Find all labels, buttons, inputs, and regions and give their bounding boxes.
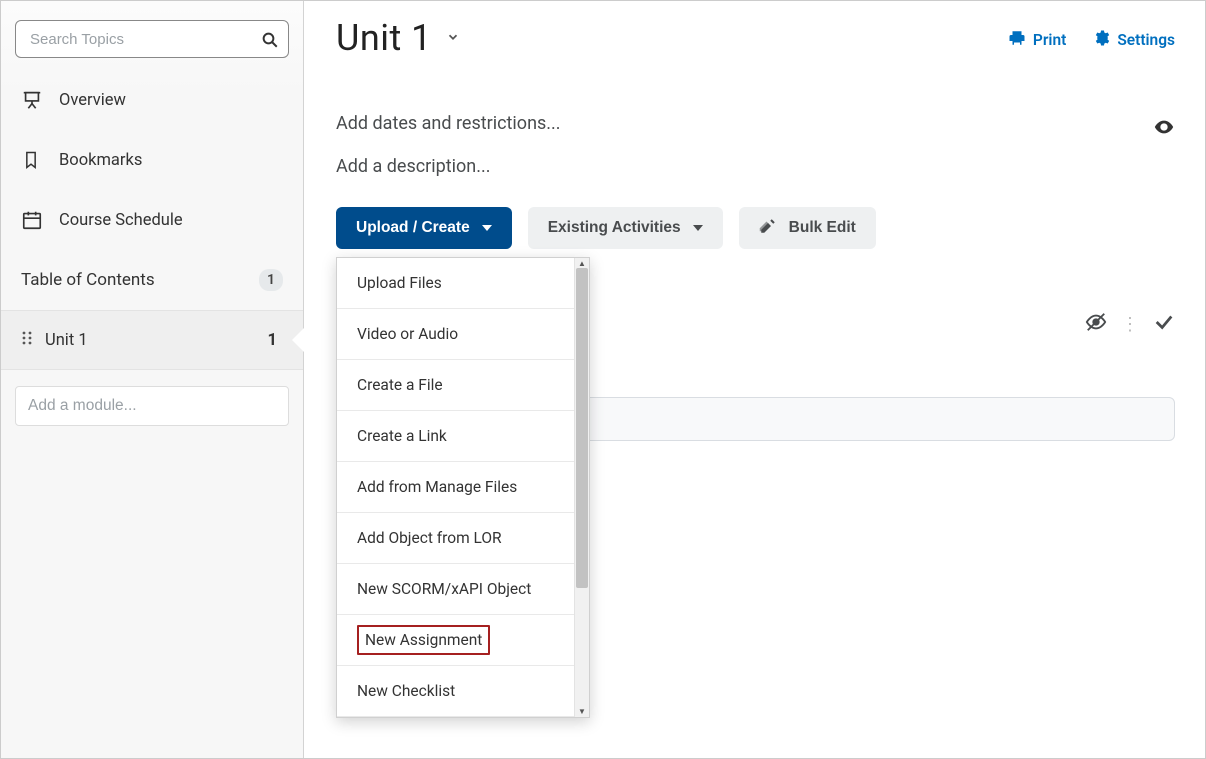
upload-create-label: Upload / Create — [356, 219, 470, 237]
add-dates-link[interactable]: Add dates and restrictions... — [336, 113, 1175, 134]
unit-label: Unit 1 — [45, 331, 268, 350]
header-actions: Print Settings — [1008, 29, 1175, 51]
app-frame: Overview Bookmarks Course Schedule — [0, 0, 1206, 759]
dropdown-item-label: Create a File — [357, 376, 443, 394]
unit-count: 1 — [268, 331, 277, 350]
dropdown-item[interactable]: New SCORM/xAPI Object — [337, 564, 574, 615]
search-icon[interactable] — [261, 31, 279, 53]
dropdown-item[interactable]: New Assignment — [337, 615, 574, 666]
dropdown-item[interactable]: Add from Manage Files — [337, 462, 574, 513]
toc-count-badge: 1 — [259, 269, 283, 291]
more-actions-icon[interactable]: ⋮ — [1121, 314, 1139, 335]
existing-activities-label: Existing Activities — [548, 219, 681, 237]
search-container — [1, 13, 303, 70]
sidebar-item-label: Overview — [59, 91, 126, 110]
add-description-link[interactable]: Add a description... — [336, 156, 1175, 177]
chevron-down-icon — [693, 225, 703, 231]
dropdown-item[interactable]: Add Object from LOR — [337, 513, 574, 564]
page-title: Unit 1 — [336, 17, 432, 59]
dropdown-item[interactable]: Create a Link — [337, 411, 574, 462]
dropdown-item[interactable]: New Checklist — [337, 666, 574, 717]
page-title-wrap[interactable]: Unit 1 — [336, 17, 460, 59]
drag-handle-icon[interactable] — [21, 330, 33, 351]
bulk-edit-label: Bulk Edit — [789, 219, 856, 237]
dropdown-item[interactable]: Upload Files — [337, 258, 574, 309]
dropdown-item-label: New SCORM/xAPI Object — [357, 580, 531, 598]
dropdown-item-label: Video or Audio — [357, 325, 458, 343]
visibility-icon[interactable] — [1153, 116, 1175, 142]
upload-create-dropdown: Upload Files Video or Audio Create a File C… — [336, 257, 590, 718]
sidebar: Overview Bookmarks Course Schedule — [1, 1, 304, 758]
print-button[interactable]: Print — [1008, 29, 1066, 51]
dropdown-list: Upload Files Video or Audio Create a File C… — [337, 258, 574, 717]
dropdown-item-label: Add from Manage Files — [357, 478, 517, 496]
search-input[interactable] — [15, 20, 289, 58]
existing-activities-button[interactable]: Existing Activities — [528, 207, 723, 249]
sidebar-item-label: Course Schedule — [59, 211, 183, 230]
sidebar-item-toc[interactable]: Table of Contents 1 — [1, 250, 303, 310]
scroll-up-arrow[interactable]: ▲ — [578, 259, 586, 268]
dropdown-item-label: New Assignment — [357, 625, 490, 655]
sidebar-item-unit1[interactable]: Unit 1 1 — [1, 310, 303, 370]
sidebar-item-schedule[interactable]: Course Schedule — [1, 190, 303, 250]
settings-label: Settings — [1117, 31, 1175, 49]
add-module-input[interactable] — [15, 386, 289, 426]
dropdown-item-label: Add Object from LOR — [357, 529, 502, 547]
gear-icon — [1092, 29, 1110, 51]
bulk-edit-button[interactable]: Bulk Edit — [739, 207, 876, 249]
calendar-icon — [21, 209, 49, 231]
print-label: Print — [1033, 31, 1066, 49]
scroll-thumb[interactable] — [576, 268, 588, 588]
toc-label: Table of Contents — [21, 270, 155, 290]
dropdown-item-label: New Checklist — [357, 682, 455, 700]
scroll-down-arrow[interactable]: ▼ — [578, 707, 586, 716]
upload-create-button[interactable]: Upload / Create — [336, 207, 512, 249]
chevron-down-icon — [482, 225, 492, 231]
main-content: Unit 1 Print — [304, 1, 1205, 758]
dropdown-item[interactable]: Video or Audio — [337, 309, 574, 360]
settings-button[interactable]: Settings — [1092, 29, 1175, 51]
dropdown-item-label: Upload Files — [357, 274, 442, 292]
content-row-actions: ⋮ — [1085, 311, 1175, 337]
chevron-down-icon[interactable] — [446, 29, 460, 48]
checkmark-icon[interactable] — [1153, 311, 1175, 337]
bookmark-icon — [21, 149, 49, 171]
sidebar-item-bookmarks[interactable]: Bookmarks — [1, 130, 303, 190]
action-buttons-row: Upload / Create Existing Activities Bulk… — [336, 207, 1175, 249]
dropdown-item[interactable]: Create a File — [337, 360, 574, 411]
hidden-icon[interactable] — [1085, 311, 1107, 337]
print-icon — [1008, 29, 1026, 51]
dropdown-item-label: Create a Link — [357, 427, 447, 445]
header-row: Unit 1 Print — [336, 17, 1175, 59]
pencil-icon — [759, 217, 777, 240]
dropdown-scrollbar[interactable]: ▲ ▼ — [574, 258, 589, 717]
sidebar-item-overview[interactable]: Overview — [1, 70, 303, 130]
sidebar-item-label: Bookmarks — [59, 151, 142, 170]
presentation-icon — [21, 89, 49, 111]
